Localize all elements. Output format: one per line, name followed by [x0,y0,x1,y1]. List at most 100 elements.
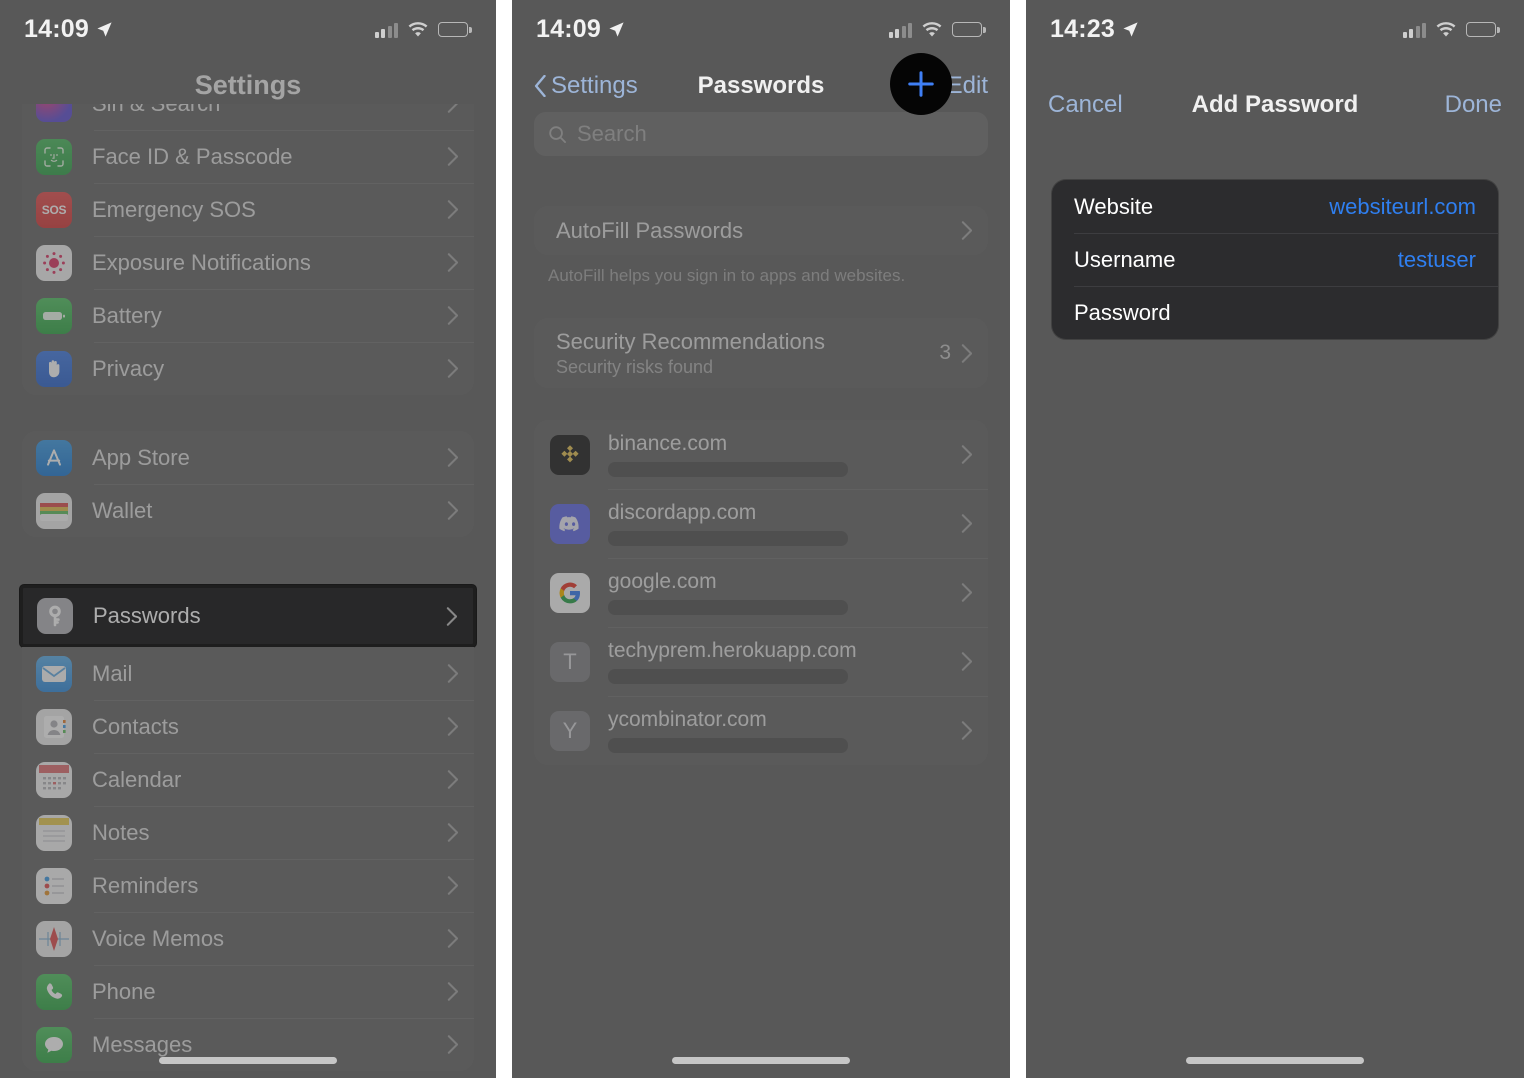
sidebar-item-phone[interactable]: Phone [22,965,474,1018]
panel-settings: 14:09 Settings Face ID & Passcode SOS Em… [0,0,496,1078]
sidebar-item-battery[interactable]: Battery [22,289,474,342]
status-bar-time-group: 14:09 [536,15,625,44]
list-item[interactable]: Y ycombinator.com [534,696,988,765]
list-item[interactable]: google.com [534,558,988,627]
chevron-right-icon [447,104,458,113]
sidebar-item-siri-search[interactable]: Siri & Search [22,104,474,130]
list-item[interactable]: discordapp.com [534,489,988,558]
account-username-redacted [608,462,848,477]
sidebar-item-label: Reminders [92,872,199,898]
settings-list[interactable]: Siri & Search Face ID & Passcode SOS Eme… [0,104,496,1078]
autofill-passwords-row[interactable]: AutoFill Passwords [534,206,988,255]
account-username-redacted [608,600,848,615]
chevron-right-icon [446,606,457,626]
sidebar-item-reminders[interactable]: Reminders [22,859,474,912]
privacy-hand-icon [36,350,72,387]
battery-icon [952,21,986,37]
list-item[interactable]: T techyprem.herokuapp.com [534,627,988,696]
chevron-right-icon [447,448,458,467]
sidebar-item-voice-memos[interactable]: Voice Memos [22,912,474,965]
dim-overlay [1026,0,1524,1078]
settings-group-system[interactable]: Siri & Search Face ID & Passcode SOS Eme… [22,104,474,395]
autofill-group[interactable]: AutoFill Passwords [534,206,988,255]
plus-icon [908,71,934,97]
status-bar-indicators [374,21,472,38]
app-store-icon [36,439,72,476]
add-password-form: Website websiteurl.com Username testuser… [1052,180,1498,339]
website-field-value[interactable]: websiteurl.com [1329,194,1476,220]
sidebar-item-contacts[interactable]: Contacts [22,700,474,753]
settings-group-store[interactable]: App Store Wallet [22,431,474,537]
sidebar-item-exposure-notifications[interactable]: Exposure Notifications [22,236,474,289]
sidebar-item-label: App Store [92,444,190,470]
edit-button[interactable]: Edit [947,72,988,100]
status-bar: 14:09 [0,0,496,58]
website-field-label: Website [1074,193,1154,219]
chevron-right-icon [447,200,458,219]
panel-divider [1010,0,1026,1078]
home-indicator [672,1057,850,1064]
security-group[interactable]: Security Recommendations Security risks … [534,318,988,388]
sidebar-item-label: Siri & Search [92,104,447,117]
chevron-right-icon [447,359,458,378]
search-icon [549,125,567,143]
status-bar-time-group: 14:09 [24,15,113,44]
status-bar-time: 14:09 [24,14,89,43]
back-button[interactable]: Settings [534,72,638,100]
status-bar-time: 14:23 [1050,14,1115,43]
wifi-icon [408,21,428,37]
account-domain: discordapp.com [608,501,757,524]
discord-icon [550,503,590,544]
home-indicator [1186,1057,1364,1064]
google-icon [550,572,590,613]
chevron-right-icon [447,770,458,789]
sidebar-item-app-store[interactable]: App Store [22,431,474,484]
password-field[interactable]: Password [1052,286,1498,339]
chevron-right-icon [447,876,458,895]
sidebar-item-mail[interactable]: Mail [22,647,474,700]
autofill-passwords-label: AutoFill Passwords [556,217,744,243]
add-password-button[interactable] [890,53,952,115]
chevron-right-icon [447,717,458,736]
chevron-right-icon [961,652,972,671]
status-bar: 14:09 [512,0,1010,58]
done-button[interactable]: Done [1445,91,1502,119]
account-username-redacted [608,669,848,684]
chevron-right-icon [961,514,972,533]
sidebar-item-notes[interactable]: Notes [22,806,474,859]
navigation-bar: Cancel Add Password Done [1026,85,1524,125]
chevron-right-icon [961,583,972,602]
sidebar-item-wallet[interactable]: Wallet [22,484,474,537]
cancel-button[interactable]: Cancel [1048,91,1123,119]
exposure-notifications-icon [36,244,72,281]
list-item[interactable]: binance.com [534,420,988,489]
search-placeholder: Search [577,121,647,146]
sidebar-item-passwords[interactable]: Passwords [20,585,476,647]
cellular-signal-icon [374,21,398,38]
battery-settings-icon [36,297,72,334]
accounts-group[interactable]: binance.com discordapp.com google.com T … [534,420,988,765]
website-field[interactable]: Website websiteurl.com [1052,180,1498,233]
chevron-right-icon [447,306,458,325]
sidebar-item-calendar[interactable]: Calendar [22,753,474,806]
username-field[interactable]: Username testuser [1052,233,1498,286]
sidebar-item-label: Phone [92,978,156,1004]
search-input[interactable]: Search [534,112,988,156]
key-icon [37,598,73,634]
sidebar-item-emergency-sos[interactable]: SOS Emergency SOS [22,183,474,236]
security-recommendations-row[interactable]: Security Recommendations Security risks … [534,318,988,388]
letter-y-icon: Y [550,710,590,751]
sos-icon: SOS [36,191,72,228]
siri-icon [36,104,72,122]
username-field-value[interactable]: testuser [1398,247,1476,273]
settings-scroll-view[interactable]: Settings Siri & Search Face ID & Passcod… [0,58,496,1078]
chevron-right-icon [447,1035,458,1054]
sidebar-item-privacy[interactable]: Privacy [22,342,474,395]
settings-group-apps[interactable]: Mail Contacts Calendar Notes Reminders V… [22,647,474,1071]
account-domain: binance.com [608,432,728,455]
sidebar-item-label: Passwords [93,603,201,628]
sidebar-item-label: Notes [92,819,150,845]
sidebar-item-face-id-passcode[interactable]: Face ID & Passcode [22,130,474,183]
chevron-right-icon [961,343,972,363]
chevron-right-icon [447,147,458,166]
